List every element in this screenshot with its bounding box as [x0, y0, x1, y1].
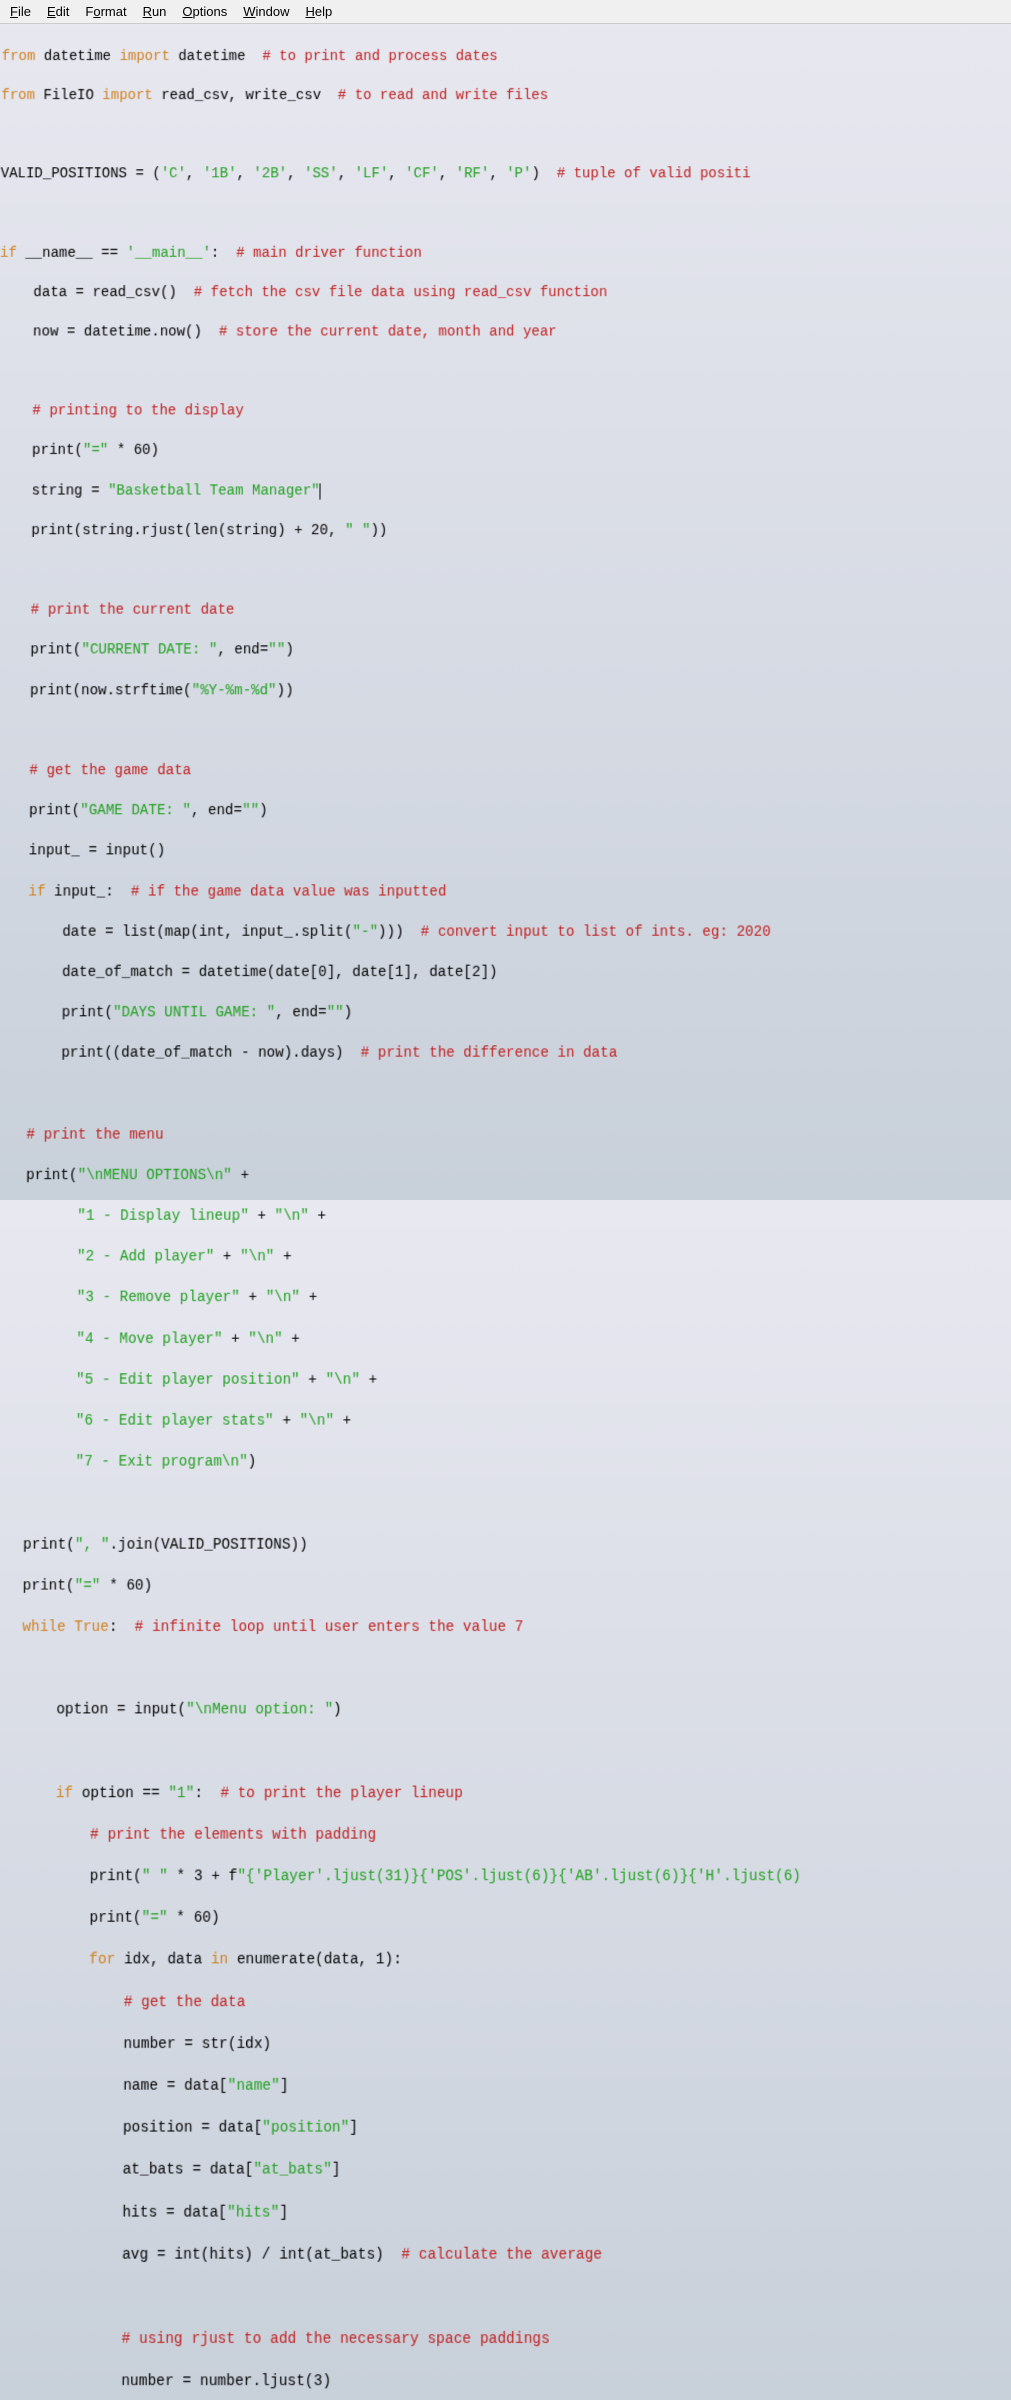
menu-options[interactable]: Options — [176, 2, 233, 21]
code-editor[interactable]: from datetime import datetime # to print… — [0, 24, 1011, 2400]
menu-file[interactable]: FFileile — [4, 2, 37, 21]
menu-run[interactable]: Run — [137, 2, 173, 21]
code-text: from — [2, 49, 36, 65]
menu-bar: FFileile Edit Format Run Options Window … — [0, 0, 1011, 24]
menu-window[interactable]: Window — [237, 2, 295, 21]
menu-format[interactable]: Format — [79, 2, 132, 21]
text-cursor — [320, 483, 321, 499]
menu-edit[interactable]: Edit — [41, 2, 75, 21]
menu-help[interactable]: Help — [300, 2, 339, 21]
